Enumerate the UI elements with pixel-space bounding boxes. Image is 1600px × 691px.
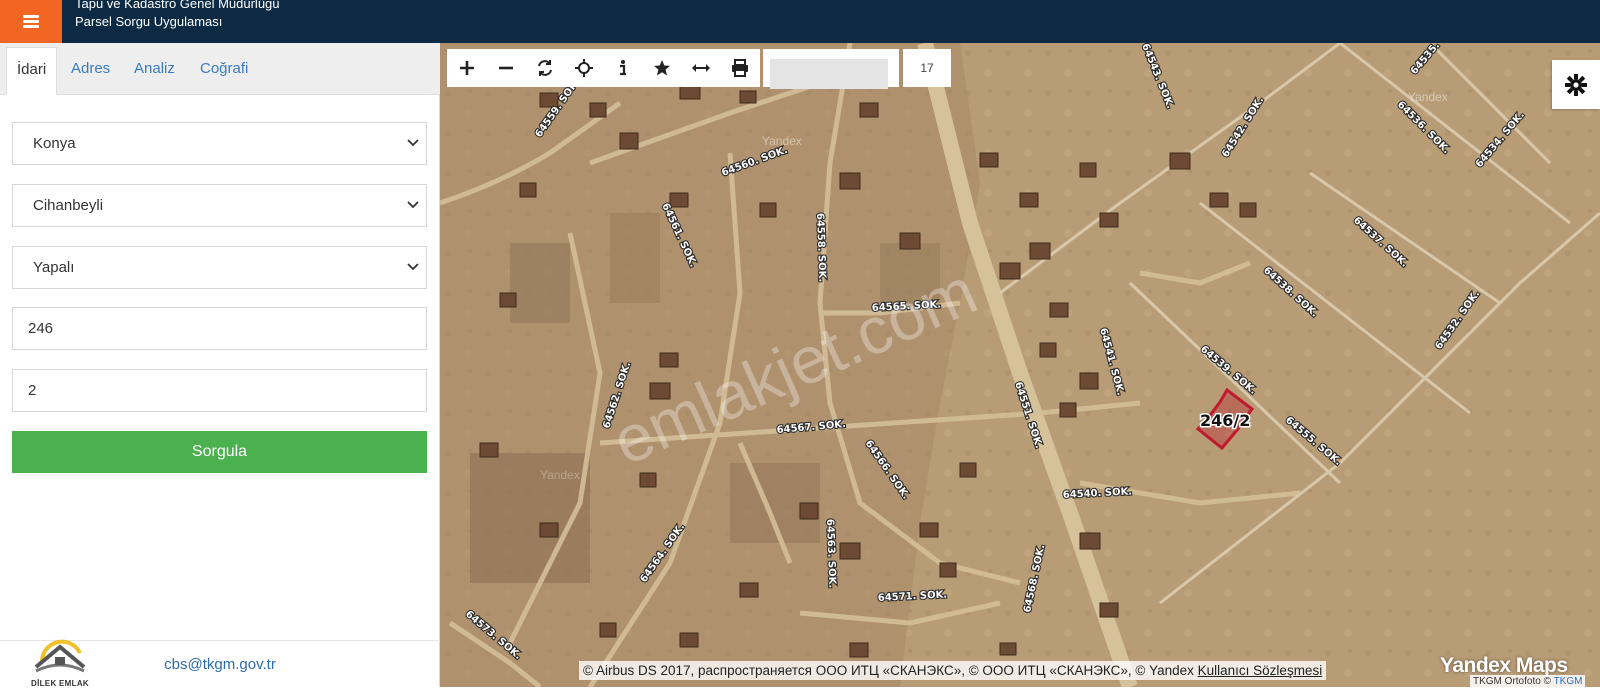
measure-icon [691,64,710,72]
zoom-out-icon [498,66,513,70]
favorite-button[interactable] [642,49,681,87]
refresh-button[interactable] [525,49,564,87]
map-view[interactable]: 64559. SOK. 64560. SOK. 64561. SOK. 6455… [440,43,1600,687]
query-sidebar: İdari Adres Analiz Coğrafi Konya Cihanbe… [0,43,440,688]
map-search-input[interactable] [763,49,899,89]
search-blurred-content [770,59,888,89]
query-button[interactable]: Sorgula [12,431,427,473]
neighborhood-select[interactable]: Yapalı [12,246,427,289]
ortho-credit-text: TKGM Ortofoto © [1473,676,1551,687]
district-value: Cihanbeyli [33,197,104,214]
info-icon [619,60,626,76]
map-toolbar [447,49,760,87]
attribution-text: © Airbus DS 2017, распространяется ООО И… [583,663,1194,678]
app-header: Tapu ve Kadastro Genel Müdürlüğü Parsel … [0,0,1600,43]
terms-link[interactable]: Kullanıcı Sözleşmesi [1198,663,1323,678]
gear-icon [1565,73,1587,96]
measure-button[interactable] [681,49,720,87]
parcel-number-input[interactable]: 2 [12,369,427,412]
ortho-credit: TKGM Ortofoto © TKGM [1470,675,1586,687]
locate-button[interactable] [564,49,603,87]
hamburger-icon [23,13,39,30]
yandex-tile-label: Yandex [540,468,580,482]
app-subtitle: Parsel Sorgu Uygulaması [75,14,223,29]
settings-button[interactable] [1552,60,1600,109]
zoom-in-icon [459,61,474,75]
zoom-out-button[interactable] [486,49,525,87]
house-logo-icon [34,639,86,673]
print-icon [731,59,748,77]
star-icon [653,60,670,76]
tab-adres[interactable]: Adres [71,47,110,95]
chevron-down-icon [407,139,419,147]
province-select[interactable]: Konya [12,122,427,165]
neighborhood-value: Yapalı [33,259,75,276]
tab-cografi[interactable]: Coğrafi [200,47,248,95]
yandex-tile-label: Yandex [1408,90,1448,104]
agency-logo: DİLEK EMLAK [22,631,98,691]
refresh-icon [537,60,552,76]
chevron-down-icon [407,201,419,209]
menu-button[interactable] [0,0,62,43]
locate-icon [574,59,593,77]
print-button[interactable] [720,49,759,87]
chevron-down-icon [407,263,419,271]
query-tabs: İdari Adres Analiz Coğrafi [0,43,440,95]
map-attribution: © Airbus DS 2017, распространяется ООО И… [579,661,1327,680]
info-button[interactable] [603,49,642,87]
tkgm-link[interactable]: TKGM [1554,676,1583,687]
yandex-tile-label: Yandex [762,134,802,148]
tab-analiz[interactable]: Analiz [134,47,175,95]
province-value: Konya [33,135,76,152]
tab-idari[interactable]: İdari [6,47,58,95]
block-number-input[interactable]: 246 [12,307,427,350]
satellite-imagery: 64559. SOK. 64560. SOK. 64561. SOK. 6455… [440,43,1600,687]
zoom-in-button[interactable] [447,49,486,87]
parcel-label: 246/2 [1200,411,1250,430]
district-select[interactable]: Cihanbeyli [12,184,427,227]
zoom-level-indicator: 17 [903,49,951,87]
